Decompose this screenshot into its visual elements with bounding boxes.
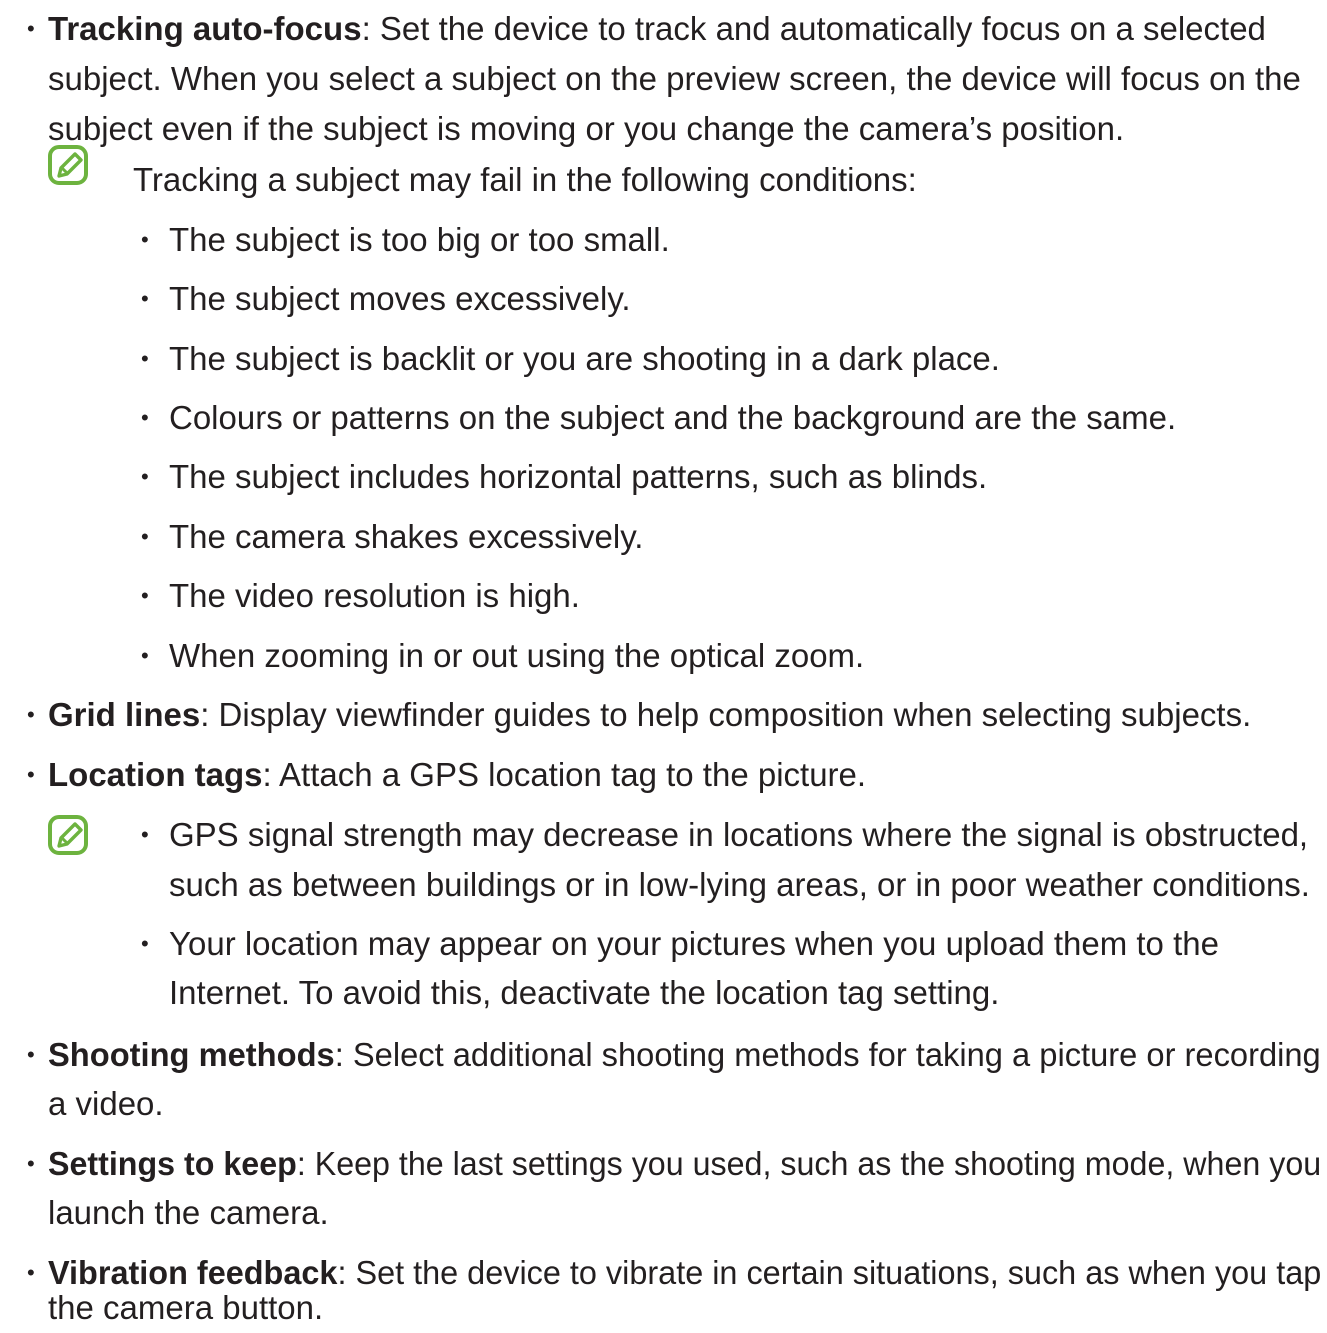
note-pencil-icon: [48, 815, 88, 855]
note-bullet-line: GPS signal strength may decrease in loca…: [169, 816, 1309, 853]
bullet-dot: •: [27, 702, 35, 727]
bullet-dot: •: [141, 286, 149, 311]
bullet-dot: •: [27, 16, 35, 41]
item-desc-line: launch the camera.: [48, 1194, 329, 1231]
item-desc-line: subject even if the subject is moving or…: [48, 110, 1125, 147]
item-shooting-methods: Shooting methods: Select additional shoo…: [48, 1033, 1321, 1077]
condition-item: When zooming in or out using the optical…: [169, 637, 865, 674]
condition-item: The subject includes horizontal patterns…: [169, 458, 988, 495]
item-term: Location tags: [48, 756, 263, 793]
bullet-dot: •: [141, 822, 149, 847]
item-desc: : Display viewfinder guides to help comp…: [200, 696, 1252, 733]
condition-item: The subject is backlit or you are shooti…: [169, 340, 1000, 377]
condition-item: The subject moves excessively.: [169, 280, 631, 317]
bullet-dot: •: [141, 405, 149, 430]
item-settings-to-keep: Settings to keep: Keep the last settings…: [48, 1142, 1321, 1186]
bullet-dot: •: [141, 464, 149, 489]
item-desc: : Set the device to vibrate in certain s…: [337, 1254, 1322, 1291]
item-term: Grid lines: [48, 696, 201, 733]
bullet-dot: •: [27, 762, 35, 787]
item-desc: : Select additional shooting methods for…: [334, 1036, 1321, 1073]
bullet-dot: •: [27, 1042, 35, 1067]
item-term: Shooting methods: [48, 1036, 335, 1073]
item-term: Settings to keep: [48, 1145, 297, 1182]
note-pencil-icon: [48, 145, 88, 185]
bullet-dot: •: [141, 227, 149, 252]
item-tracking-auto-focus: Tracking auto-focus: Set the device to t…: [48, 7, 1266, 51]
note-intro: Tracking a subject may fail in the follo…: [133, 161, 917, 198]
bullet-dot: •: [141, 583, 149, 608]
bullet-dot: •: [141, 346, 149, 371]
item-grid-lines: Grid lines: Display viewfinder guides to…: [48, 693, 1251, 737]
bullet-dot: •: [27, 1151, 35, 1176]
condition-item: The camera shakes excessively.: [169, 518, 644, 555]
item-desc: : Keep the last settings you used, such …: [296, 1145, 1322, 1182]
item-desc-line: the camera button.: [48, 1289, 324, 1326]
bullet-dot: •: [27, 1260, 35, 1285]
note-bullet-line: Internet. To avoid this, deactivate the …: [169, 974, 1000, 1011]
bullet-dot: •: [141, 931, 149, 956]
item-desc-line: a video.: [48, 1085, 164, 1122]
condition-item: The video resolution is high.: [169, 577, 580, 614]
condition-item: Colours or patterns on the subject and t…: [169, 399, 1177, 436]
item-desc: : Attach a GPS location tag to the pictu…: [262, 756, 867, 793]
item-desc-line: subject. When you select a subject on th…: [48, 60, 1301, 97]
note-bullet-line: Your location may appear on your picture…: [169, 925, 1219, 962]
item-location-tags: Location tags: Attach a GPS location tag…: [48, 753, 866, 797]
note-bullet-line: such as between buildings or in low-lyin…: [169, 866, 1310, 903]
bullet-dot: •: [141, 524, 149, 549]
item-desc: : Set the device to track and automatica…: [361, 10, 1266, 47]
condition-item: The subject is too big or too small.: [169, 221, 670, 258]
item-term: Tracking auto-focus: [48, 10, 362, 47]
bullet-dot: •: [141, 643, 149, 668]
